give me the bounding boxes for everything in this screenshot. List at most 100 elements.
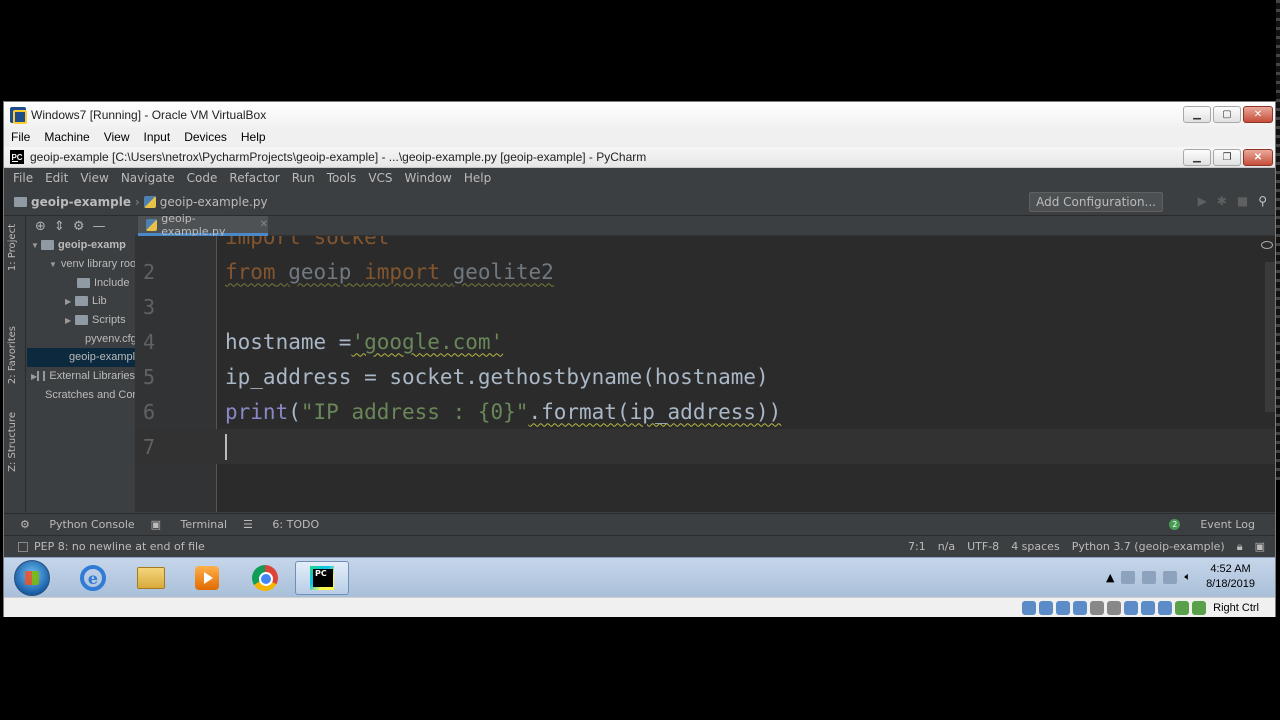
show-hidden-icons-icon[interactable]: ▲ (1106, 571, 1114, 584)
event-count-badge: 2 (1169, 519, 1181, 530)
pycharm-minimize-button[interactable]: ▁ (1183, 149, 1211, 166)
tree-item-include[interactable]: Include (27, 273, 135, 292)
editor-tab[interactable]: geoip-example.py ✕ (138, 212, 268, 238)
stop-icon[interactable]: ■ (1237, 194, 1248, 208)
pc-menu-tools[interactable]: Tools (321, 171, 363, 185)
minimize-button[interactable]: ▁ (1183, 106, 1211, 123)
code-line-5-text: ip_address = socket.gethostbyname(hostna… (225, 364, 769, 389)
python-file-icon (143, 195, 156, 208)
structure-tool-tab[interactable]: Z: Structure (7, 412, 18, 472)
maximize-button[interactable]: ▢ (1213, 106, 1241, 123)
line-number: 3 (142, 294, 156, 319)
locate-icon[interactable]: ⊕ (35, 219, 46, 234)
taskbar-chrome[interactable] (238, 561, 292, 595)
project-tool-tab[interactable]: 1: Project (7, 224, 18, 271)
tree-item-lib[interactable]: ▶ Lib (27, 292, 135, 311)
pc-menu-run[interactable]: Run (286, 171, 321, 185)
close-tab-icon[interactable]: ✕ (260, 219, 268, 230)
todo-button[interactable]: ☰ 6: TODO (243, 518, 319, 531)
code-line-7: 7 (135, 429, 1275, 464)
event-log-button[interactable]: 2 Event Log (1153, 518, 1255, 531)
close-button[interactable]: ✕ (1243, 106, 1273, 123)
menu-devices[interactable]: Devices (177, 130, 234, 144)
tree-item-root[interactable]: ▼ geoip-examp (27, 236, 135, 255)
debug-icon[interactable]: ✱ (1217, 194, 1227, 208)
tree-item-pyvenv[interactable]: pyvenv.cfg (27, 329, 135, 348)
pc-menu-code[interactable]: Code (181, 171, 224, 185)
code-editor[interactable]: import socket 2 from geoip import geolit… (135, 236, 1275, 512)
keyboard-capture-icon[interactable] (1192, 600, 1207, 615)
usb-icon[interactable] (1090, 600, 1105, 615)
pc-menu-edit[interactable]: Edit (39, 171, 74, 185)
lock-icon[interactable]: 🔒︎ (1237, 540, 1243, 554)
network-icon[interactable] (1163, 570, 1178, 584)
breadcrumb-file[interactable]: geoip-example.py (143, 195, 268, 209)
python-console-button[interactable]: ⚙ Python Console (20, 518, 135, 531)
folder-icon (41, 240, 54, 251)
virtualization-icon[interactable] (1158, 600, 1173, 615)
gear-icon[interactable]: ⚙ (73, 219, 85, 234)
code-area[interactable]: import socket 2 from geoip import geolit… (135, 236, 1275, 512)
pc-menu-view[interactable]: View (74, 171, 114, 185)
taskbar-explorer[interactable] (124, 561, 178, 595)
action-center-icon[interactable] (1121, 570, 1136, 584)
editor-scrollbar[interactable] (1265, 262, 1275, 412)
pc-menu-vcs[interactable]: VCS (362, 171, 398, 185)
favorites-tool-tab[interactable]: 2: Favorites (7, 326, 18, 384)
shared-folders-icon[interactable] (1107, 600, 1122, 615)
audio-icon[interactable] (1056, 600, 1071, 615)
windows-taskbar: e ▲ 🔈︎ 4:52 AM 8/18/2019 (4, 557, 1275, 597)
tree-item-main-file[interactable]: geoip-example.py (27, 348, 135, 367)
paren: ( (288, 399, 301, 424)
python-interpreter[interactable]: Python 3.7 (geoip-example) (1072, 540, 1225, 553)
menu-input[interactable]: Input (137, 130, 178, 144)
pycharm-icon (310, 566, 334, 590)
display-icon[interactable] (1124, 600, 1139, 615)
menu-view[interactable]: View (97, 130, 137, 144)
add-configuration-button[interactable]: Add Configuration... (1029, 192, 1163, 212)
indent-setting[interactable]: 4 spaces (1011, 540, 1060, 553)
pc-menu-window[interactable]: Window (399, 171, 458, 185)
eye-icon[interactable] (1261, 241, 1273, 249)
breadcrumb-project[interactable]: geoip-example (14, 195, 131, 209)
taskbar-ie[interactable]: e (66, 561, 120, 595)
video-capture-icon[interactable] (1141, 600, 1156, 615)
code-line-1-text: import socket (225, 236, 389, 249)
mouse-integration-icon[interactable] (1175, 600, 1190, 615)
menu-machine[interactable]: Machine (37, 130, 96, 144)
optical-drive-icon[interactable] (1039, 600, 1054, 615)
bottom-tool-bar: ⚙ Python Console ▣ Terminal ☰ 6: TODO 2 … (4, 513, 1275, 535)
status-message-area: PEP 8: no newline at end of file (18, 540, 205, 553)
pc-menu-navigate[interactable]: Navigate (115, 171, 181, 185)
pc-menu-refactor[interactable]: Refactor (223, 171, 285, 185)
menu-file[interactable]: File (4, 130, 37, 144)
pycharm-restore-button[interactable]: ❐ (1213, 149, 1241, 166)
hide-icon[interactable]: — (92, 219, 105, 234)
pycharm-close-button[interactable]: ✕ (1243, 149, 1273, 166)
volume-icon[interactable]: 🔈︎ (1184, 570, 1191, 584)
caret-position[interactable]: 7:1 (908, 540, 926, 553)
tree-item-external-libraries[interactable]: ▶ External Libraries (27, 367, 135, 386)
tree-item-scripts[interactable]: ▶ Scripts (27, 311, 135, 330)
terminal-button[interactable]: ▣ Terminal (151, 518, 227, 531)
menu-help[interactable]: Help (234, 130, 273, 144)
taskbar-media-player[interactable] (180, 561, 234, 595)
hard-disk-icon[interactable] (1022, 600, 1037, 615)
toggle-tool-windows-icon[interactable] (18, 541, 28, 552)
file-encoding[interactable]: UTF-8 (967, 540, 999, 553)
pc-menu-file[interactable]: File (4, 171, 39, 185)
collapse-icon[interactable]: ⇕ (54, 219, 65, 234)
tray-app-icon[interactable] (1142, 570, 1157, 584)
tree-item-scratches[interactable]: Scratches and Consoles (27, 386, 135, 405)
pc-menu-help[interactable]: Help (458, 171, 497, 185)
python-console-label: Python Console (49, 518, 135, 531)
status-bar: PEP 8: no newline at end of file 7:1 n/a… (4, 535, 1275, 557)
taskbar-clock[interactable]: 4:52 AM 8/18/2019 (1206, 562, 1255, 592)
line-number: 7 (142, 434, 156, 459)
network-adapter-icon[interactable] (1073, 600, 1088, 615)
start-button[interactable] (14, 560, 50, 596)
search-everywhere-icon[interactable]: ⚲ (1258, 194, 1267, 208)
tree-item-venv[interactable]: ▼ venv library root (27, 255, 135, 274)
taskbar-pycharm[interactable] (295, 561, 349, 595)
run-icon[interactable]: ▶ (1198, 194, 1207, 208)
